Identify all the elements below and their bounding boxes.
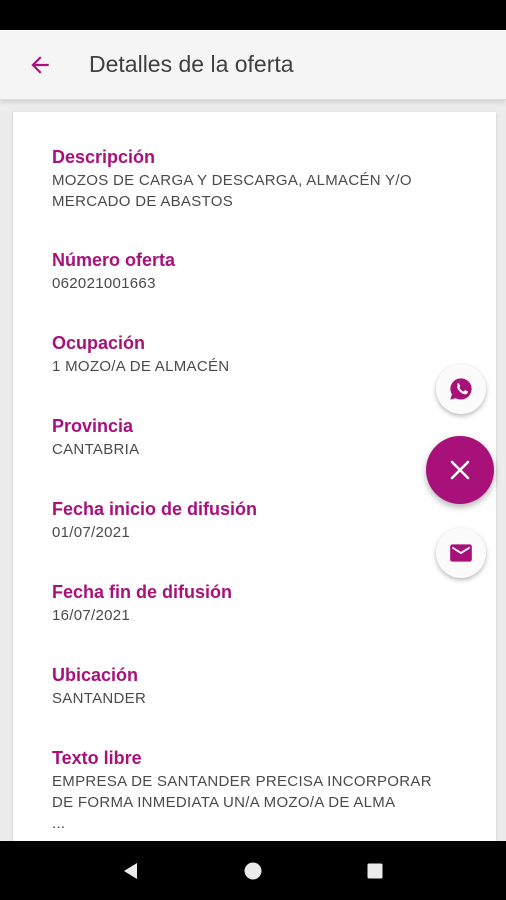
- descripcion-value: MOZOS DE CARGA Y DESCARGA, ALMACÉN Y/O M…: [52, 172, 412, 210]
- ocupacion-label: Ocupación: [52, 333, 146, 353]
- app-bar: Detalles de la oferta: [0, 30, 506, 100]
- ubicacion-value: SANTANDER: [52, 690, 147, 707]
- field-descripcion: Descripción MOZOS DE CARGA Y DESCARGA, A…: [52, 146, 472, 212]
- field-fecha-inicio: Fecha inicio de difusión 01/07/2021: [52, 498, 472, 543]
- nav-back-button[interactable]: [111, 851, 151, 891]
- page-title: Detalles de la oferta: [89, 51, 294, 77]
- ocupacion-value: 1 MOZO/A DE ALMACÉN: [52, 358, 230, 375]
- close-fab-button[interactable]: [426, 436, 494, 504]
- whatsapp-icon: [450, 378, 472, 400]
- field-ocupacion: Ocupación 1 MOZO/A DE ALMACÉN: [52, 332, 472, 377]
- email-share-button[interactable]: [436, 528, 486, 578]
- nav-home-button[interactable]: [233, 851, 273, 891]
- navigation-bar: [0, 841, 506, 900]
- nav-recents-button[interactable]: [355, 851, 395, 891]
- nav-back-icon: [124, 862, 137, 879]
- nav-home-icon: [244, 862, 262, 879]
- provincia-label: Provincia: [52, 416, 134, 436]
- numero-oferta-label: Número oferta: [52, 250, 176, 270]
- field-provincia: Provincia CANTABRIA: [52, 415, 472, 460]
- texto-libre-value: EMPRESA DE SANTANDER PRECISA INCORPORAR …: [52, 773, 432, 832]
- email-icon: [450, 544, 472, 562]
- descripcion-label: Descripción: [52, 147, 156, 167]
- field-texto-libre: Texto libre EMPRESA DE SANTANDER PRECISA…: [52, 747, 472, 834]
- field-fecha-fin: Fecha fin de difusión 16/07/2021: [52, 581, 472, 626]
- status-bar: [0, 0, 506, 30]
- numero-oferta-value: 062021001663: [52, 275, 156, 292]
- back-button[interactable]: [0, 30, 80, 100]
- texto-libre-label: Texto libre: [52, 748, 142, 768]
- screen: Detalles de la oferta Descripción MOZOS …: [0, 0, 506, 900]
- offer-details-card: Descripción MOZOS DE CARGA Y DESCARGA, A…: [13, 112, 496, 852]
- nav-recents-icon: [367, 863, 383, 878]
- ubicacion-label: Ubicación: [52, 665, 139, 685]
- fecha-fin-label: Fecha fin de difusión: [52, 582, 233, 602]
- fecha-inicio-label: Fecha inicio de difusión: [52, 499, 258, 519]
- whatsapp-share-button[interactable]: [436, 364, 486, 414]
- fecha-inicio-value: 01/07/2021: [52, 524, 131, 541]
- field-ubicacion: Ubicación SANTANDER: [52, 664, 472, 709]
- provincia-value: CANTABRIA: [52, 441, 140, 458]
- arrow-back-icon: [31, 55, 49, 74]
- field-numero-oferta: Número oferta 062021001663: [52, 249, 472, 294]
- close-icon: [450, 460, 470, 480]
- fecha-fin-value: 16/07/2021: [52, 607, 131, 624]
